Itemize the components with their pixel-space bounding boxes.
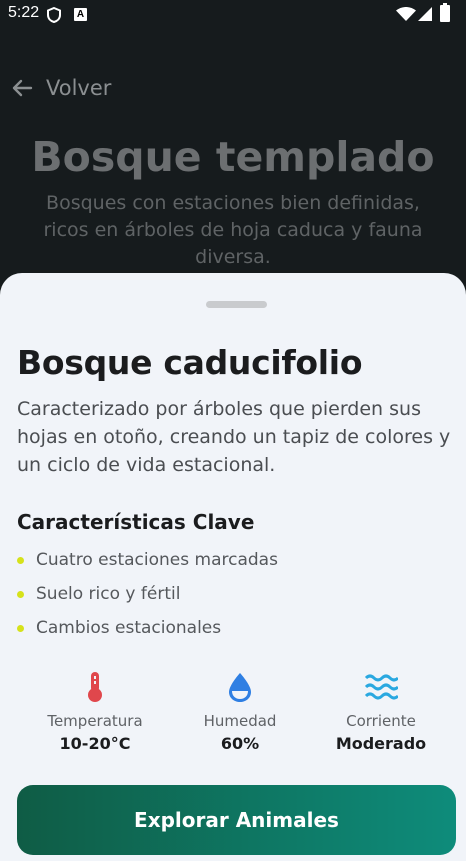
feature-item: Cuatro estaciones marcadas — [17, 543, 278, 577]
back-label: Volver — [46, 76, 112, 100]
stat-value: 60% — [220, 734, 260, 753]
biome-description: Bosques con estaciones bien definidas, r… — [43, 192, 423, 268]
shield-icon — [47, 7, 61, 23]
features-list: Cuatro estaciones marcadas Suelo rico y … — [17, 543, 278, 645]
battery-icon — [440, 3, 450, 22]
bullet-dot — [17, 556, 24, 564]
features-title: Características Clave — [17, 510, 255, 534]
biome-title: Bosque templado — [31, 133, 435, 181]
status-time: 5:22 — [8, 4, 40, 21]
status-bar: 5:22 A — [0, 0, 466, 30]
bullet-dot — [17, 624, 24, 632]
stat-current: Corriente Moderado — [306, 670, 456, 753]
stat-label: Humedad — [203, 712, 277, 730]
feature-label: Suelo rico y fértil — [36, 584, 181, 604]
wifi-icon — [396, 7, 416, 21]
feature-item: Cambios estacionales — [17, 611, 278, 645]
back-button[interactable]: Volver — [10, 75, 111, 101]
thermometer-icon — [88, 672, 102, 702]
bottom-sheet: Bosque caducifolio Caracterizado por árb… — [0, 273, 466, 861]
drag-handle[interactable] — [206, 301, 267, 308]
sheet-description: Caracterizado por árboles que pierden su… — [17, 398, 451, 476]
feature-label: Cuatro estaciones marcadas — [36, 550, 278, 570]
stat-humidity: Humedad 60% — [165, 670, 315, 753]
a-badge-icon: A — [74, 8, 87, 21]
bullet-dot — [17, 590, 24, 598]
stat-value: 10-20°C — [59, 734, 131, 753]
sheet-title: Bosque caducifolio — [17, 343, 363, 382]
feature-label: Cambios estacionales — [36, 618, 222, 638]
stat-value: Moderado — [335, 734, 427, 753]
water-drop-icon — [229, 673, 251, 702]
stat-label: Temperatura — [47, 712, 143, 730]
stats-row: Temperatura 10-20°C Humedad 60% Corrient… — [0, 670, 466, 760]
signal-icon — [418, 7, 432, 21]
stat-temperature: Temperatura 10-20°C — [20, 670, 170, 753]
stat-label: Corriente — [346, 712, 416, 730]
arrow-left-icon — [12, 79, 33, 97]
feature-item: Suelo rico y fértil — [17, 577, 278, 611]
explore-animals-button[interactable]: Explorar Animales — [17, 785, 456, 855]
waves-icon — [364, 674, 398, 700]
